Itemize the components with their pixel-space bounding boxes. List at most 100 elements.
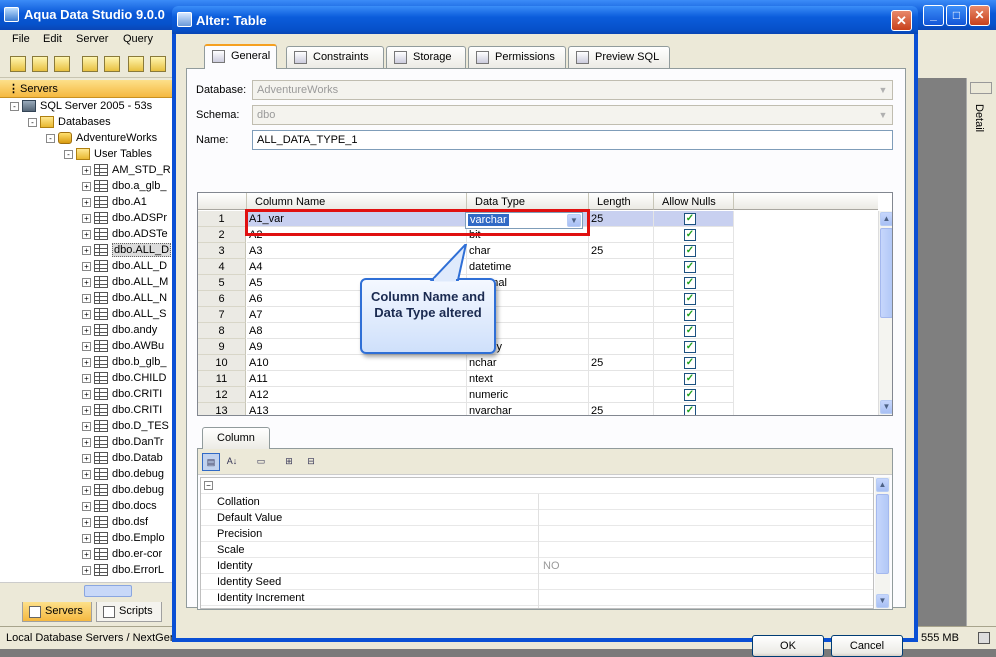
tree-item[interactable]: + dbo.docs	[82, 500, 157, 516]
expand-icon[interactable]: +	[82, 453, 91, 463]
tree-item[interactable]: + dbo.CRITI	[82, 388, 162, 404]
property-value[interactable]: NO	[543, 560, 560, 572]
disconnect-icon[interactable]	[104, 56, 120, 72]
allow-nulls-checkbox[interactable]: ✓	[684, 373, 696, 385]
expand-icon[interactable]: +	[82, 373, 91, 383]
sort-alphabetical-icon[interactable]: A↓	[223, 453, 241, 471]
allow-nulls-checkbox[interactable]: ✓	[684, 293, 696, 305]
table-row[interactable]: 3 A3 char 25 ✓	[198, 243, 878, 259]
tab-scripts[interactable]: Scripts	[96, 602, 162, 622]
detail-pin-icon[interactable]	[970, 82, 992, 94]
row-number[interactable]: 11	[198, 371, 246, 387]
data-type-cell[interactable]: nchar	[467, 355, 589, 371]
data-type-cell[interactable]: char	[467, 243, 589, 259]
row-number[interactable]: 4	[198, 259, 246, 275]
property-vertical-scrollbar[interactable]: ▲ ▼	[875, 477, 890, 609]
allow-nulls-checkbox[interactable]: ✓	[684, 389, 696, 401]
property-row[interactable]: Collation	[201, 494, 873, 510]
tree-item[interactable]: + dbo.ALL_N	[82, 292, 167, 308]
expand-icon[interactable]: +	[82, 261, 91, 271]
expand-icon[interactable]: +	[82, 309, 91, 319]
tree-item[interactable]: - AdventureWorks	[46, 132, 157, 148]
scroll-down-icon[interactable]: ▼	[876, 594, 889, 608]
property-row[interactable]: Not For Replication NO	[201, 606, 873, 609]
tree-item[interactable]: - Databases	[28, 116, 111, 132]
column-name-cell[interactable]: A11	[247, 371, 467, 387]
tree-item[interactable]: + dbo.CRITI	[82, 404, 162, 420]
length-cell[interactable]	[589, 307, 654, 323]
menu-server[interactable]: Server	[76, 33, 108, 45]
collapse-icon[interactable]: -	[64, 149, 73, 159]
expand-icon[interactable]: +	[82, 277, 91, 287]
property-value[interactable]: NO	[543, 608, 560, 609]
length-cell[interactable]	[589, 323, 654, 339]
row-number[interactable]: 5	[198, 275, 246, 291]
row-number[interactable]: 12	[198, 387, 246, 403]
column-name-header[interactable]: Column Name	[247, 193, 467, 210]
table-row[interactable]: 10 A10 nchar 25 ✓	[198, 355, 878, 371]
row-number[interactable]: 3	[198, 243, 246, 259]
table-row[interactable]: 4 A4 datetime ✓	[198, 259, 878, 275]
allow-nulls-checkbox[interactable]: ✓	[684, 229, 696, 241]
tree-item[interactable]: + dbo.ALL_D	[82, 260, 167, 276]
collapse-icon[interactable]: -	[46, 133, 55, 143]
tree-horizontal-scrollbar[interactable]	[0, 582, 172, 598]
property-row[interactable]: Identity Seed	[201, 574, 873, 590]
tree-item[interactable]: + dbo.dsf	[82, 516, 148, 532]
tree-item[interactable]: + dbo.ADSTe	[82, 228, 168, 244]
table-name-input[interactable]: ALL_DATA_TYPE_1	[252, 130, 893, 150]
tree-item[interactable]: + dbo.ALL_S	[82, 308, 166, 324]
menu-query[interactable]: Query	[123, 33, 153, 45]
tab-general[interactable]: General	[204, 44, 278, 69]
allow-nulls-checkbox[interactable]: ✓	[684, 309, 696, 321]
row-number[interactable]: 7	[198, 307, 246, 323]
server-tree[interactable]: - SQL Server 2005 - 53s - Databases - Adventu…	[0, 98, 172, 582]
allow-nulls-header[interactable]: Allow Nulls	[654, 193, 734, 210]
tab-column[interactable]: Column	[202, 427, 270, 449]
scroll-thumb[interactable]	[880, 228, 892, 318]
tree-item[interactable]: + dbo.er-cor	[82, 548, 162, 564]
tree-item[interactable]: + AM_STD_R	[82, 164, 171, 180]
row-number[interactable]: 6	[198, 291, 246, 307]
column-name-cell[interactable]: A13	[247, 403, 467, 415]
tab-servers[interactable]: Servers	[22, 602, 92, 622]
allow-nulls-checkbox[interactable]: ✓	[684, 277, 696, 289]
expand-icon[interactable]: +	[82, 485, 91, 495]
length-cell[interactable]	[589, 339, 654, 355]
tree-item[interactable]: + dbo.a_glb_	[82, 180, 166, 196]
connect-icon[interactable]	[82, 56, 98, 72]
property-row[interactable]: Identity Increment	[201, 590, 873, 606]
length-cell[interactable]: 25	[589, 243, 654, 259]
menu-edit[interactable]: Edit	[43, 33, 62, 45]
length-cell[interactable]	[589, 275, 654, 291]
data-type-cell[interactable]: datetime	[467, 259, 589, 275]
table-row[interactable]: 6 A6 ✓	[198, 291, 878, 307]
tab-storage[interactable]: Storage	[386, 46, 466, 68]
property-row[interactable]: Default Value	[201, 510, 873, 526]
expand-icon[interactable]: +	[82, 229, 91, 239]
menu-file[interactable]: File	[12, 33, 30, 45]
dialog-close-button[interactable]: ✕	[891, 10, 912, 31]
collapse-icon[interactable]: −	[204, 481, 213, 490]
allow-nulls-checkbox[interactable]: ✓	[684, 341, 696, 353]
tree-item[interactable]: + dbo.ALL_D	[82, 243, 172, 260]
expand-all-icon[interactable]: ⊞	[280, 453, 298, 471]
schema-icon[interactable]	[150, 56, 166, 72]
table-row[interactable]: 13 A13 nvarchar 25 ✓	[198, 403, 878, 415]
expand-icon[interactable]: +	[82, 325, 91, 335]
detail-strip[interactable]: Detail	[966, 78, 996, 626]
expand-icon[interactable]: +	[82, 437, 91, 447]
tree-item[interactable]: + dbo.ALL_M	[82, 276, 168, 292]
scroll-up-icon[interactable]: ▲	[880, 212, 892, 226]
tree-item[interactable]: + dbo.ADSPr	[82, 212, 167, 228]
expand-icon[interactable]: +	[82, 501, 91, 511]
tree-item[interactable]: + dbo.andy	[82, 324, 157, 340]
table-row[interactable]: 9A9money✓	[198, 339, 878, 355]
grid-vertical-scrollbar[interactable]: ▲ ▼	[878, 211, 892, 415]
allow-nulls-checkbox[interactable]: ✓	[684, 213, 696, 225]
column-name-cell[interactable]: A10	[247, 355, 467, 371]
expand-icon[interactable]: +	[82, 165, 91, 175]
expand-icon[interactable]: +	[82, 181, 91, 191]
collapse-all-icon[interactable]: ⊟	[302, 453, 320, 471]
tree-item[interactable]: + dbo.b_glb_	[82, 356, 166, 372]
